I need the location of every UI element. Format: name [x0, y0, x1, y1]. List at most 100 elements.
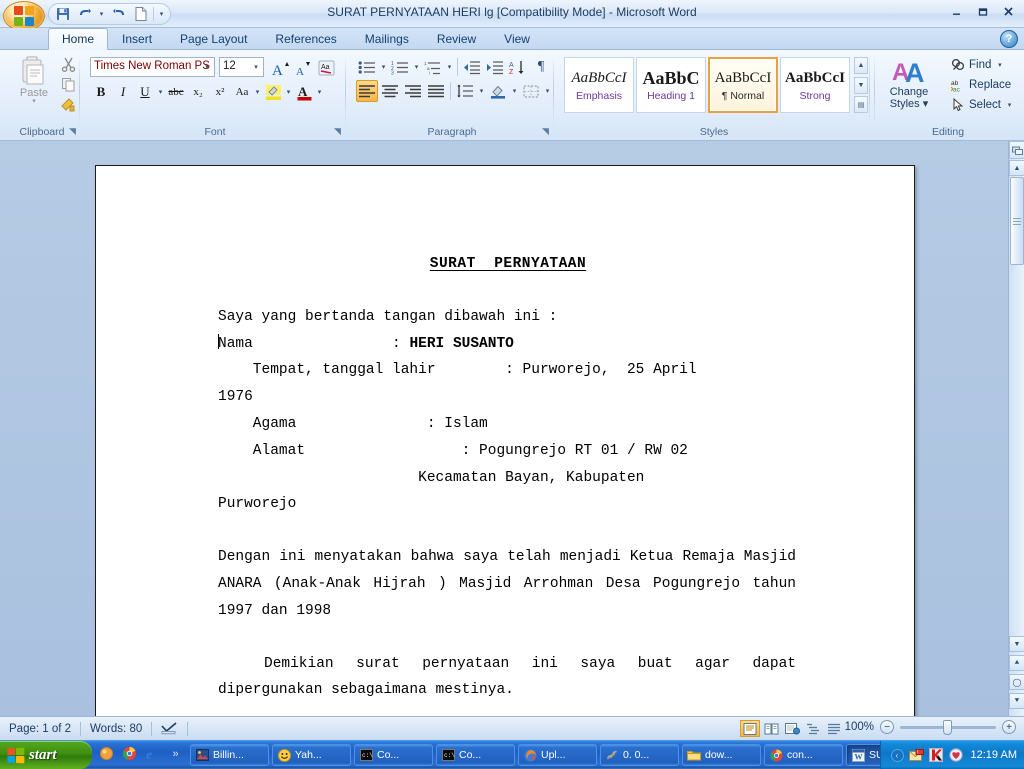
system-clock[interactable]: 12:19 AM — [971, 749, 1017, 761]
help-icon[interactable]: ? — [1000, 30, 1018, 48]
word-count[interactable]: Words: 80 — [81, 723, 151, 735]
tab-review[interactable]: Review — [423, 28, 490, 50]
sort-button[interactable]: AZ — [507, 56, 529, 78]
previous-page-button[interactable]: ⯅ — [1009, 655, 1024, 671]
document-canvas[interactable]: SURAT PERNYATAAN Saya yang bertanda tang… — [0, 141, 1008, 716]
tray-expand-icon[interactable]: ‹ — [891, 749, 904, 762]
shrink-font-button[interactable]: A — [293, 57, 315, 79]
internet-explorer-icon[interactable]: e — [144, 745, 161, 762]
tab-mailings[interactable]: Mailings — [351, 28, 423, 50]
task-button-upload[interactable]: Upl... — [518, 744, 597, 766]
font-dialog-launcher[interactable]: ◥ — [332, 126, 343, 137]
style-normal[interactable]: AaBbCcI ¶ Normal — [708, 57, 778, 113]
task-button-yahoo[interactable]: Yah... — [272, 744, 351, 766]
tab-page-layout[interactable]: Page Layout — [166, 28, 261, 50]
replace-button[interactable]: abac Replace — [946, 75, 1019, 94]
find-dropdown-icon[interactable]: ▾ — [995, 61, 1004, 69]
cut-button[interactable] — [58, 55, 78, 74]
print-layout-view-button[interactable] — [740, 720, 760, 737]
font-name-dropdown-icon[interactable]: ▾ — [202, 64, 212, 72]
change-styles-button[interactable]: A A Change Styles ▾ — [878, 55, 940, 117]
increase-indent-button[interactable] — [484, 56, 506, 78]
line-spacing-dropdown-icon[interactable]: ▾ — [477, 87, 486, 95]
close-button[interactable] — [996, 2, 1020, 21]
bullets-dropdown-icon[interactable]: ▾ — [379, 63, 388, 71]
paste-dropdown-icon[interactable]: ▾ — [32, 99, 36, 105]
select-dropdown-icon[interactable]: ▾ — [1005, 101, 1014, 109]
text-highlight-button[interactable] — [262, 81, 284, 103]
shading-button[interactable] — [487, 80, 509, 102]
mail-icon[interactable]: ! — [909, 748, 924, 763]
ruler-toggle-button[interactable] — [1009, 141, 1024, 159]
zoom-slider-track[interactable] — [900, 726, 996, 729]
chrome-icon[interactable] — [121, 745, 138, 762]
maximize-button[interactable] — [970, 2, 994, 21]
shading-dropdown-icon[interactable]: ▾ — [510, 87, 519, 95]
justify-button[interactable] — [425, 80, 447, 102]
scroll-down-button[interactable]: ▼ — [1009, 636, 1024, 652]
numbering-button[interactable]: 123 — [389, 56, 411, 78]
font-color-dropdown-icon[interactable]: ▾ — [315, 88, 324, 96]
font-name-input[interactable]: Times New Roman PS M ▾ — [90, 57, 215, 77]
bold-button[interactable]: B — [90, 81, 112, 103]
bullets-button[interactable] — [356, 56, 378, 78]
web-layout-view-button[interactable] — [782, 720, 802, 737]
align-center-button[interactable] — [379, 80, 401, 102]
highlight-dropdown-icon[interactable]: ▾ — [284, 88, 293, 96]
style-heading-1[interactable]: AaBbC Heading 1 — [636, 57, 706, 113]
superscript-button[interactable]: x² — [209, 81, 231, 103]
borders-dropdown-icon[interactable]: ▾ — [543, 87, 552, 95]
style-emphasis[interactable]: AaBbCcI Emphasis — [564, 57, 634, 113]
numbering-dropdown-icon[interactable]: ▾ — [412, 63, 421, 71]
clipboard-dialog-launcher[interactable]: ◥ — [67, 126, 78, 137]
next-page-button[interactable]: ⯆ — [1009, 693, 1024, 709]
format-painter-button[interactable] — [58, 95, 78, 114]
align-right-button[interactable] — [402, 80, 424, 102]
full-screen-reading-view-button[interactable] — [761, 720, 781, 737]
proofing-status-icon[interactable] — [152, 722, 187, 735]
task-button-downloads[interactable]: dow... — [682, 744, 761, 766]
document-text[interactable]: SURAT PERNYATAAN Saya yang bertanda tang… — [218, 251, 798, 704]
tab-references[interactable]: References — [261, 28, 350, 50]
line-spacing-button[interactable] — [454, 80, 476, 102]
multilevel-dropdown-icon[interactable]: ▾ — [445, 63, 454, 71]
font-size-dropdown-icon[interactable]: ▾ — [251, 64, 261, 72]
select-button[interactable]: Select ▾ — [946, 95, 1019, 114]
multilevel-list-button[interactable]: 1ai — [422, 56, 444, 78]
font-color-button[interactable]: A — [293, 81, 315, 103]
italic-button[interactable]: I — [112, 81, 134, 103]
kaspersky-icon[interactable] — [929, 748, 944, 763]
task-button-chrome[interactable]: con... — [764, 744, 843, 766]
decrease-indent-button[interactable] — [461, 56, 483, 78]
style-strong[interactable]: AaBbCcI Strong — [780, 57, 850, 113]
font-size-input[interactable]: 12 ▾ — [219, 57, 264, 77]
start-button[interactable]: start — [0, 741, 92, 769]
underline-dropdown-icon[interactable]: ▾ — [156, 88, 165, 96]
tab-home[interactable]: Home — [48, 28, 108, 50]
task-button-billing[interactable]: Billin... — [190, 744, 269, 766]
grow-font-button[interactable]: A — [270, 57, 292, 79]
styles-more-button[interactable]: ▤ — [854, 96, 868, 113]
borders-button[interactable] — [520, 80, 542, 102]
task-button-console-1[interactable]: c:\ Co... — [354, 744, 433, 766]
quick-launch-more-icon[interactable]: » — [167, 745, 184, 762]
task-button-console-2[interactable]: c:\ Co... — [436, 744, 515, 766]
outline-view-button[interactable] — [803, 720, 823, 737]
zoom-in-button[interactable]: + — [1002, 720, 1016, 734]
show-formatting-marks-button[interactable]: ¶ — [530, 56, 552, 78]
draft-view-button[interactable] — [824, 720, 844, 737]
page-indicator[interactable]: Page: 1 of 2 — [0, 723, 80, 735]
task-button-link[interactable]: 0. 0... — [600, 744, 679, 766]
styles-scroll-down-button[interactable]: ▼ — [854, 77, 868, 94]
copy-button[interactable] — [58, 75, 78, 94]
clear-formatting-button[interactable]: Aa — [316, 57, 338, 79]
document-page[interactable]: SURAT PERNYATAAN Saya yang bertanda tang… — [95, 165, 915, 716]
align-left-button[interactable] — [356, 80, 378, 102]
subscript-button[interactable]: x₂ — [187, 81, 209, 103]
vertical-scrollbar[interactable]: ▲ ▼ ⯅ ◯ ⯆ — [1008, 141, 1024, 716]
tab-view[interactable]: View — [490, 28, 544, 50]
scroll-up-button[interactable]: ▲ — [1009, 160, 1024, 176]
zoom-slider-thumb[interactable] — [943, 720, 952, 735]
underline-button[interactable]: U — [134, 81, 156, 103]
show-desktop-icon[interactable] — [98, 745, 115, 762]
